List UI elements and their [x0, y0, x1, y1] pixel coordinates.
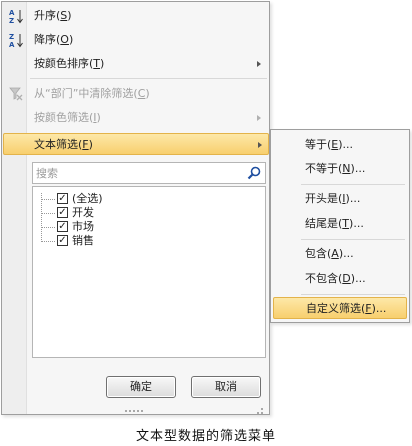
- resize-grip[interactable]: [4, 405, 267, 414]
- list-item-label: (全选): [72, 192, 103, 205]
- menu-item-text-filters[interactable]: 文本筛选(F): [3, 133, 269, 155]
- figure-caption: 文本型数据的筛选菜单: [135, 429, 276, 444]
- menu-item-label: 从“部门”中清除筛选(C): [34, 87, 150, 100]
- submenu-item-ends-with[interactable]: 结尾是(T)...: [273, 213, 407, 235]
- tree-branch: [41, 241, 55, 242]
- text-filter-submenu: 等于(E)... 不等于(N)... 开头是(I)... 结尾是(T)... 包…: [270, 129, 410, 323]
- svg-text:A: A: [9, 41, 15, 48]
- submenu-item-not-equals[interactable]: 不等于(N)...: [273, 158, 407, 180]
- menu-item-label: 降序(O): [34, 33, 74, 46]
- cancel-button[interactable]: 取消: [191, 376, 261, 398]
- svg-text:Z: Z: [9, 17, 14, 24]
- submenu-arrow-icon: [258, 142, 262, 148]
- submenu-item-equals[interactable]: 等于(E)...: [273, 134, 407, 156]
- checkbox-checked[interactable]: ✓: [57, 221, 68, 232]
- tree-branch: [41, 213, 55, 214]
- menu-item-sort-ascending[interactable]: A Z 升序(S): [4, 5, 267, 27]
- menu-separator: [301, 239, 405, 240]
- submenu-item-contains[interactable]: 包含(A)...: [273, 243, 407, 265]
- ok-button[interactable]: 确定: [106, 376, 176, 398]
- filter-dropdown-menu: A Z 升序(S) Z A 降序(O) 按颜色排序(T) 从“部门”中清除筛选(…: [1, 1, 270, 415]
- submenu-item-label: 不等于(N)...: [305, 162, 366, 175]
- menu-item-sort-descending[interactable]: Z A 降序(O): [4, 29, 267, 51]
- svg-text:Z: Z: [9, 33, 14, 41]
- submenu-item-label: 结尾是(T)...: [305, 217, 364, 230]
- menu-separator: [30, 78, 267, 79]
- submenu-arrow-icon: [257, 115, 261, 121]
- menu-item-filter-by-color[interactable]: 按颜色筛选(I): [4, 107, 267, 129]
- menu-item-label: 升序(S): [34, 9, 72, 22]
- sort-descending-icon: Z A: [8, 32, 24, 49]
- search-box[interactable]: [32, 162, 266, 184]
- menu-separator: [301, 184, 405, 185]
- list-item-label: 市场: [72, 220, 94, 233]
- filter-value-list: ✓ (全选) ✓ 开发 ✓ 市场 ✓ 销售: [32, 186, 266, 358]
- menu-item-sort-by-color[interactable]: 按颜色排序(T): [4, 53, 267, 75]
- checkbox-checked[interactable]: ✓: [57, 235, 68, 246]
- search-icon[interactable]: [246, 165, 262, 181]
- menu-item-label: 按颜色排序(T): [34, 57, 105, 70]
- clear-filter-icon: [8, 86, 24, 102]
- submenu-item-label: 不包含(D)...: [305, 272, 366, 285]
- submenu-item-label: 开头是(I)...: [305, 192, 361, 205]
- checkbox-checked[interactable]: ✓: [57, 193, 68, 204]
- menu-separator: [301, 294, 405, 295]
- sort-ascending-icon: A Z: [8, 8, 24, 25]
- submenu-item-label: 包含(A)...: [305, 247, 354, 260]
- submenu-item-does-not-contain[interactable]: 不包含(D)...: [273, 268, 407, 290]
- submenu-item-custom-filter[interactable]: 自定义筛选(F)...: [273, 297, 407, 319]
- menu-item-label: 文本筛选(F): [34, 138, 93, 151]
- menu-item-clear-filter[interactable]: 从“部门”中清除筛选(C): [4, 83, 267, 105]
- list-item-label: 销售: [72, 234, 94, 247]
- submenu-arrow-icon: [257, 61, 261, 67]
- menu-item-label: 按颜色筛选(I): [34, 111, 101, 124]
- submenu-item-label: 等于(E)...: [305, 138, 354, 151]
- checkbox-checked[interactable]: ✓: [57, 207, 68, 218]
- tree-branch: [41, 227, 55, 228]
- svg-text:A: A: [9, 9, 15, 17]
- submenu-item-begins-with[interactable]: 开头是(I)...: [273, 188, 407, 210]
- submenu-item-label: 自定义筛选(F)...: [306, 302, 387, 315]
- tree-connector-line: [41, 193, 42, 242]
- list-item-label: 开发: [72, 206, 94, 219]
- tree-branch: [41, 199, 55, 200]
- search-input[interactable]: [36, 165, 236, 181]
